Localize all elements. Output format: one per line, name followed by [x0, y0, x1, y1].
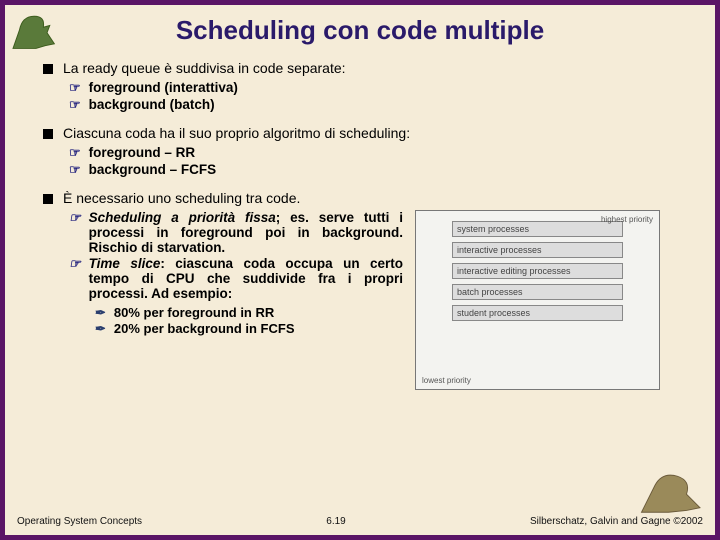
slide-content: La ready queue è suddivisa in code separ… [5, 60, 715, 390]
pointer-icon: ☞ [69, 145, 81, 161]
pointer-icon: ☞ [69, 97, 81, 113]
dinosaur-image-bottom [637, 467, 709, 517]
pointer-icon: ☞ [69, 210, 81, 255]
page-title: Scheduling con code multiple [5, 15, 715, 46]
diagram-box: batch processes [452, 284, 623, 300]
bullet-2-sub-2: background – FCFS [89, 162, 217, 178]
diagram-box: system processes [452, 221, 623, 237]
pointer-icon: ☞ [69, 256, 81, 301]
square-bullet-icon [43, 129, 53, 139]
diagram-label-bottom: lowest priority [422, 376, 471, 385]
book-icon: ✒ [95, 305, 106, 321]
diagram-box: interactive processes [452, 242, 623, 258]
bullet-2-sub-1: foreground – RR [89, 145, 196, 161]
bullet-2-text: Ciascuna coda ha il suo proprio algoritm… [63, 125, 410, 141]
square-bullet-icon [43, 194, 53, 204]
dinosaur-image-top [7, 7, 65, 53]
diagram-label-top: highest priority [601, 215, 653, 224]
footer-right: Silberschatz, Galvin and Gagne ©2002 [530, 516, 703, 527]
pointer-icon: ☞ [69, 80, 81, 96]
bullet-2: Ciascuna coda ha il suo proprio algoritm… [43, 125, 693, 178]
footer-page-number: 6.19 [326, 516, 345, 527]
bullet-1: La ready queue è suddivisa in code separ… [43, 60, 693, 113]
bullet-3: È necessario uno scheduling tra code. ☞ … [43, 190, 693, 390]
bullet-3-text: È necessario uno scheduling tra code. [63, 190, 300, 206]
priority-queue-diagram: highest priority system processes intera… [415, 210, 660, 390]
bullet-3-subsub-1: 80% per foreground in RR [114, 305, 274, 321]
diagram-box: interactive editing processes [452, 263, 623, 279]
diagram-box: student processes [452, 305, 623, 321]
footer-left: Operating System Concepts [17, 516, 142, 527]
footer: Operating System Concepts 6.19 Silbersch… [17, 516, 703, 527]
bullet-3-subsub-2: 20% per background in FCFS [114, 321, 295, 337]
bullet-1-sub-1: foreground (interattiva) [89, 80, 238, 96]
bullet-1-sub-2: background (batch) [89, 97, 215, 113]
pointer-icon: ☞ [69, 162, 81, 178]
bullet-3-sub-2: Time slice: ciascuna coda occupa un cert… [89, 256, 403, 301]
book-icon: ✒ [95, 321, 106, 337]
bullet-3-sub-1: Scheduling a priorità fissa; es. serve t… [89, 210, 403, 255]
square-bullet-icon [43, 64, 53, 74]
bullet-1-text: La ready queue è suddivisa in code separ… [63, 60, 346, 76]
